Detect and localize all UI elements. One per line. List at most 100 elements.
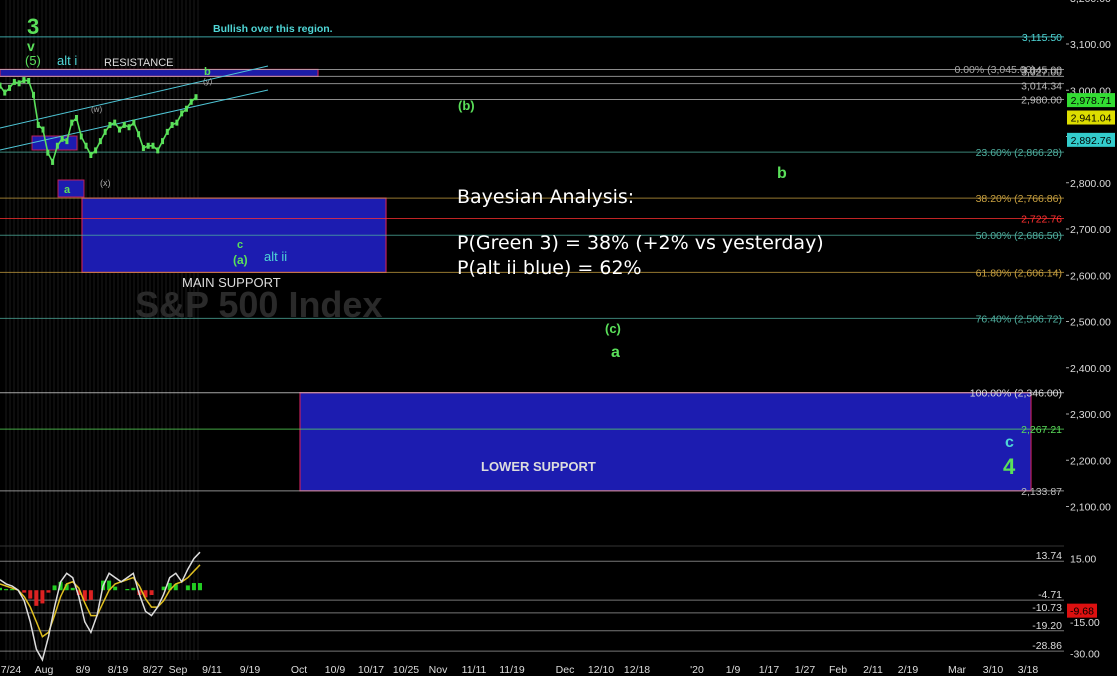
price-bar xyxy=(122,121,126,128)
price-bar xyxy=(51,158,55,165)
price-bar xyxy=(137,131,141,138)
osc-histogram-bar xyxy=(28,590,33,599)
price-bar xyxy=(8,84,12,91)
y-tick-label: 3,200.00 xyxy=(1070,0,1111,5)
osc-histogram-bar xyxy=(88,590,93,600)
price-bar xyxy=(194,94,198,101)
price-bar xyxy=(70,119,74,126)
price-bar xyxy=(12,78,16,85)
x-tick-label: 10/9 xyxy=(325,664,346,676)
alt-i-label: alt i xyxy=(57,53,77,68)
y-tick-label: 2,200.00 xyxy=(1070,455,1111,467)
x-tick-label: Feb xyxy=(829,664,847,676)
y-tick-label: 2,800.00 xyxy=(1070,178,1111,190)
chart-stage: S&P 500 Index RESISTANCE MAIN SUPPORT LOWE… xyxy=(0,0,1117,676)
level-label: 2,980.00 xyxy=(1021,95,1062,107)
osc-histogram-bar xyxy=(131,587,136,591)
osc-histogram-bar xyxy=(185,585,190,591)
x-tick-label: 1/9 xyxy=(726,664,741,676)
y-tick-label: 2,100.00 xyxy=(1070,502,1111,514)
wave-a-box-label: a xyxy=(64,184,71,196)
y-tick-label: 2,500.00 xyxy=(1070,317,1111,329)
alt-ii-label: alt ii xyxy=(264,249,287,264)
price-chart[interactable]: S&P 500 Index RESISTANCEMAIN SUPPORTLOWE… xyxy=(0,0,1117,676)
level-label: 38.20% (2,766.86) xyxy=(976,193,1062,205)
y-tick-label: 2,600.00 xyxy=(1070,270,1111,282)
level-label: 2,267.21 xyxy=(1021,424,1062,436)
x-tick-label: 10/25 xyxy=(393,664,419,676)
x-tick-label: 9/11 xyxy=(202,664,222,676)
osc-histogram-bar xyxy=(4,589,9,591)
x-tick-label: 1/27 xyxy=(795,664,816,676)
wave-3-label: 3 xyxy=(27,14,39,39)
x-tick-label: 10/17 xyxy=(358,664,384,676)
price-bar xyxy=(98,138,102,145)
x-tick-label: 7/24 xyxy=(1,664,22,676)
y-tick-label: 2,300.00 xyxy=(1070,409,1111,421)
price-badge-label: 2,978.71 xyxy=(1071,95,1112,107)
x-tick-label: Oct xyxy=(291,664,307,676)
price-bar xyxy=(132,119,136,126)
wave-a-paren-label: (a) xyxy=(233,253,248,267)
x-tick-label: 3/18 xyxy=(1018,664,1039,676)
price-bar xyxy=(127,124,131,131)
bayesian-probability-green-3: P(Green 3) = 38% (+2% vs yesterday) xyxy=(457,232,824,254)
main-support-label: MAIN SUPPORT xyxy=(182,275,281,290)
osc-histogram-bar xyxy=(22,590,27,593)
bullish-region-label: Bullish over this region. xyxy=(213,23,333,35)
wave-5-label: (5) xyxy=(25,53,41,68)
osc-histogram-bar xyxy=(198,583,202,591)
x-tick-label: 11/19 xyxy=(499,664,525,676)
price-bar xyxy=(65,138,69,145)
price-bar xyxy=(41,126,45,133)
x-tick-label: 8/9 xyxy=(76,664,91,676)
lower-support-label: LOWER SUPPORT xyxy=(481,459,596,474)
x-tick-label: Mar xyxy=(948,664,967,676)
wave-y-label: (y) xyxy=(203,77,213,86)
osc-badge-label: -9.68 xyxy=(1070,606,1094,618)
bayesian-title: Bayesian Analysis: xyxy=(457,186,635,208)
price-bar xyxy=(22,77,26,84)
level-label: 2,722.76 xyxy=(1021,213,1062,225)
osc-histogram-bar xyxy=(149,590,154,596)
price-bar xyxy=(60,135,64,142)
price-bar xyxy=(3,89,7,96)
osc-histogram-bar xyxy=(125,589,130,591)
x-tick-label: 3/10 xyxy=(983,664,1004,676)
wave-c-paren-label: (c) xyxy=(605,321,621,336)
x-tick-label: 9/19 xyxy=(240,664,261,676)
price-bar xyxy=(170,121,174,128)
price-bar xyxy=(46,149,50,156)
osc-histogram-bar xyxy=(34,590,39,606)
x-tick-label: 8/19 xyxy=(108,664,129,676)
osc-level-label: -4.71 xyxy=(1038,589,1062,601)
osc-tick-label: -15.00 xyxy=(1070,617,1100,629)
price-bar xyxy=(165,128,169,135)
resistance-label: RESISTANCE xyxy=(104,57,173,69)
wave-x-label: (x) xyxy=(100,178,111,188)
osc-histogram-bar xyxy=(70,587,75,591)
price-bar xyxy=(0,82,2,89)
level-label: 3,115.50 xyxy=(1022,32,1062,44)
y-tick-label: 2,700.00 xyxy=(1070,224,1111,236)
level-label: 100.00% (2,346.00) xyxy=(970,388,1062,400)
x-tick-label: 1/17 xyxy=(759,664,780,676)
price-bar xyxy=(27,78,31,84)
bayesian-analysis-note: Bayesian Analysis: P(Green 3) = 38% (+2%… xyxy=(457,185,824,281)
x-tick-label: Sep xyxy=(169,664,188,676)
wave-a-box xyxy=(57,179,85,198)
osc-histogram-bar xyxy=(46,590,51,593)
wave-b-label: b xyxy=(777,165,787,182)
osc-histogram-bar xyxy=(113,586,118,591)
price-bar xyxy=(118,126,122,133)
osc-tick-label: -30.00 xyxy=(1070,649,1100,661)
osc-histogram-bar xyxy=(191,583,196,591)
wave-c-small-label: c xyxy=(237,239,243,251)
level-label: 23.60% (2,866.28) xyxy=(976,147,1062,159)
level-label: 50.00% (2,686.50) xyxy=(976,230,1062,242)
price-bar xyxy=(36,121,40,128)
lower-support-zone xyxy=(299,392,1032,492)
wave-b-paren-label: (b) xyxy=(458,98,475,113)
price-bar xyxy=(17,80,21,87)
x-tick-label: '20 xyxy=(690,664,704,676)
